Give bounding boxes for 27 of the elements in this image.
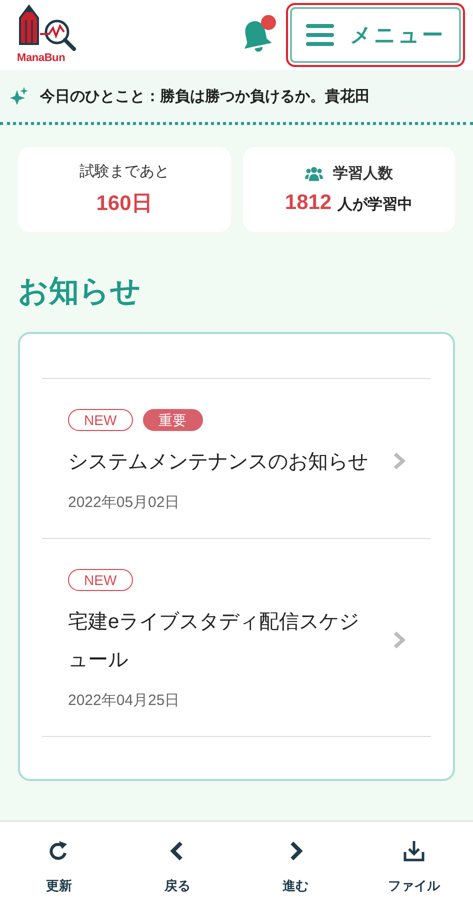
nav-button[interactable]: 戻る <box>118 822 236 912</box>
news-item[interactable]: NEW 宅建eライブスタディ配信スケジュール 2022年04月25日 <box>42 538 431 737</box>
stat-suffix: 人が学習中 <box>338 195 413 214</box>
people-icon <box>304 166 323 180</box>
new-badge: NEW <box>68 569 133 591</box>
news-date: 2022年04月25日 <box>68 691 181 710</box>
news-date: 2022年05月02日 <box>68 493 181 512</box>
stat-value: 160日 <box>96 191 152 217</box>
sparkle-icon <box>10 87 28 105</box>
menu-icon <box>306 24 334 46</box>
stat-label: 学習人数 <box>332 164 393 183</box>
nav-button[interactable]: 進む <box>236 822 355 912</box>
news-title: システムメンテナンスのお知らせ <box>68 450 369 475</box>
logo-text: ManaBun <box>17 52 66 64</box>
quote-text: 今日のひとこと：勝負は勝つか負けるか。貴花田 <box>40 86 370 106</box>
nav-button[interactable]: 更新 <box>0 822 118 912</box>
news-item[interactable]: NEW 重要 システムメンテナンスのお知らせ 2022年05月02日 <box>42 378 431 538</box>
chevron-right-icon <box>393 630 405 648</box>
stat-label: 試験まであと <box>79 162 170 181</box>
important-badge: 重要 <box>142 409 203 431</box>
stat-value: 1812 <box>284 191 332 215</box>
new-badge: NEW <box>68 409 133 431</box>
section-heading: お知らせ <box>18 274 142 310</box>
download-icon <box>402 839 426 863</box>
chevron-right-icon <box>393 452 405 470</box>
nav-button[interactable]: ファイル <box>354 822 473 912</box>
news-title: 宅建eライブスタディ配信スケジュール <box>68 610 360 673</box>
